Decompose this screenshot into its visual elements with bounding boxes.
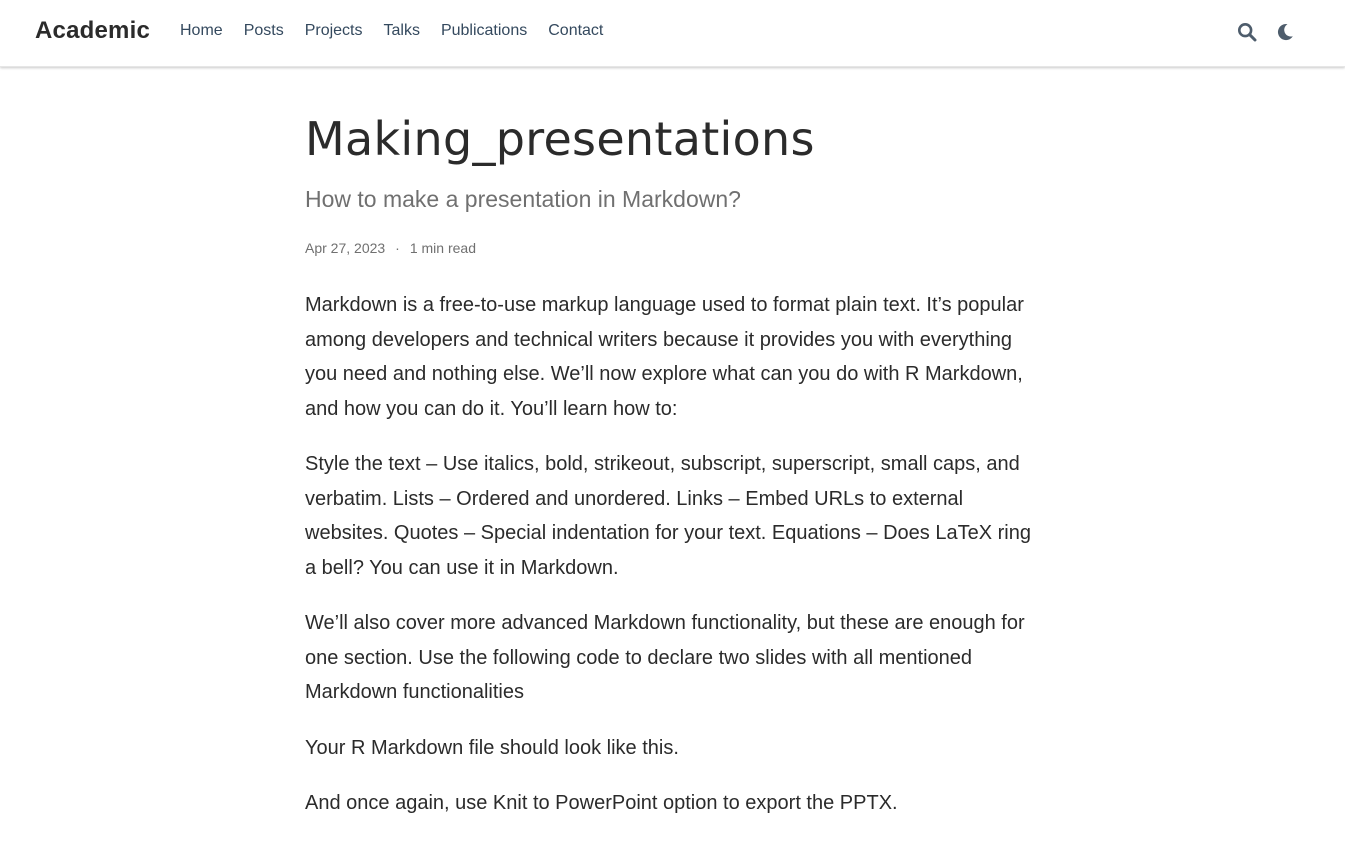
search-icon <box>1237 22 1257 42</box>
search-button[interactable] <box>1235 21 1259 43</box>
nav-actions <box>1235 21 1297 43</box>
brand-logo-link[interactable]: Academic <box>35 17 150 45</box>
reading-time: 1 min read <box>409 240 476 256</box>
publish-date: Apr 27, 2023 <box>305 240 386 256</box>
article-paragraph: Markdown is a free-to-use markup languag… <box>305 294 1024 420</box>
article-paragraph: Style the text – Use italics, bold, stri… <box>305 453 1031 579</box>
main-nav: Home Posts Projects Talks Publications C… <box>180 22 624 40</box>
article-metadata: Apr 27, 2023 · 1 min read <box>305 239 1035 257</box>
nav-link-posts[interactable]: Posts <box>244 22 284 39</box>
nav-link-publications[interactable]: Publications <box>441 22 527 39</box>
meta-separator: · <box>395 240 400 256</box>
article: Making_presentations How to make a prese… <box>305 108 1035 842</box>
nav-link-contact[interactable]: Contact <box>548 22 603 39</box>
article-paragraph: And once again, use Knit to PowerPoint o… <box>305 792 898 814</box>
article-body: Markdown is a free-to-use markup languag… <box>305 288 1035 821</box>
dark-mode-toggle[interactable] <box>1273 21 1297 43</box>
page-subtitle: How to make a presentation in Markdown? <box>305 186 741 212</box>
article-paragraph: We’ll also cover more advanced Markdown … <box>305 612 1025 703</box>
article-paragraph: Your R Markdown file should look like th… <box>305 736 679 759</box>
nav-link-projects[interactable]: Projects <box>305 22 363 39</box>
page-title: Making_presentations <box>305 112 815 166</box>
nav-link-talks[interactable]: Talks <box>384 22 420 39</box>
nav-link-home[interactable]: Home <box>180 22 223 39</box>
navbar: Academic Home Posts Projects Talks Publi… <box>0 0 1345 67</box>
moon-icon <box>1277 24 1293 41</box>
